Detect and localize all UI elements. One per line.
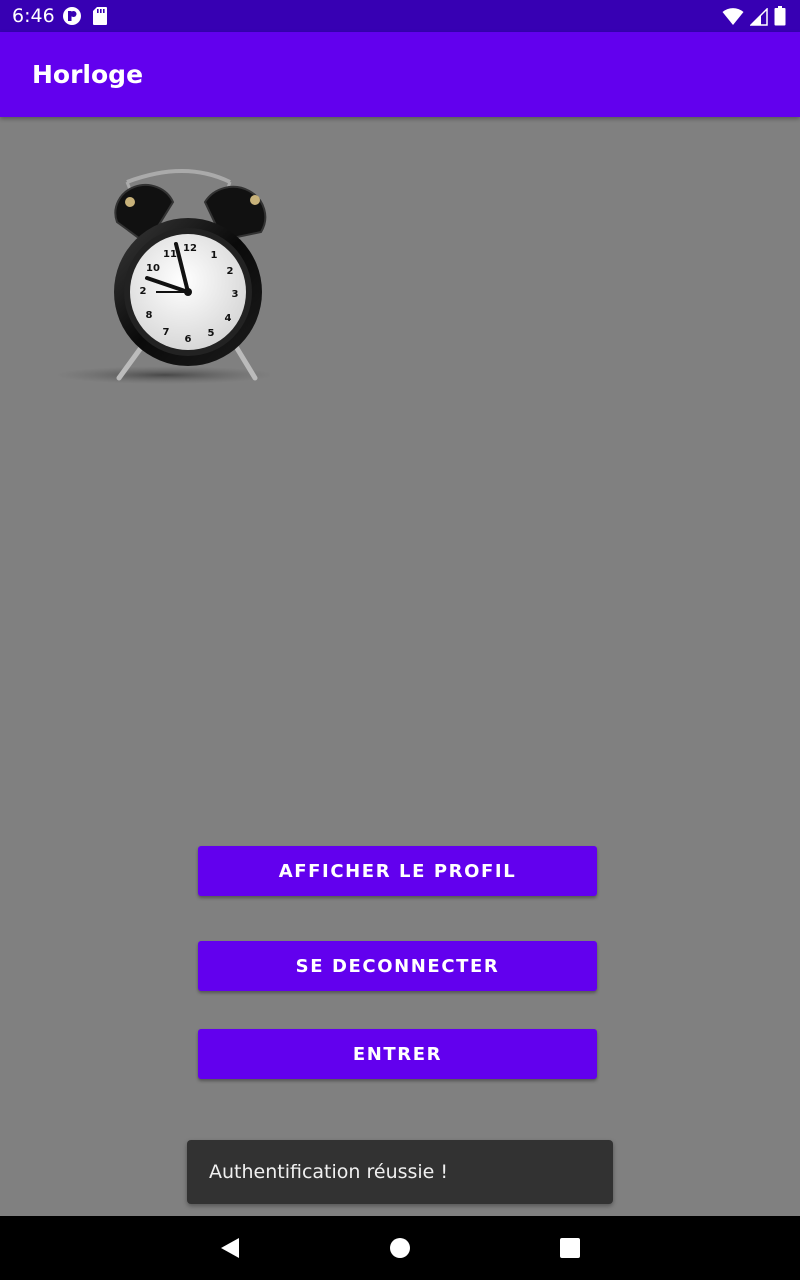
svg-text:11: 11 [163,249,177,260]
svg-text:2: 2 [227,266,234,277]
wifi-icon [722,8,744,31]
show-profile-button[interactable]: AFFICHER LE PROFIL [198,846,597,896]
status-bar: 6:46 [0,0,800,32]
app-notification-icon [62,6,82,31]
back-icon[interactable] [190,1216,270,1280]
svg-text:12: 12 [183,243,197,254]
svg-text:7: 7 [163,327,170,338]
svg-text:5: 5 [208,328,215,339]
toast-message: Authentification réussie ! [209,1161,449,1183]
enter-button[interactable]: ENTRER [198,1029,597,1079]
svg-text:8: 8 [146,310,153,321]
cellular-signal-icon [749,7,768,31]
svg-text:4: 4 [225,313,232,324]
status-left-icons [62,6,108,31]
recents-icon[interactable] [530,1216,610,1280]
app-bar: Horloge [0,32,800,117]
alarm-clock-image: 12 1 2 3 4 5 6 7 8 2 10 11 [55,160,275,390]
toast: Authentification réussie ! [187,1140,613,1204]
svg-text:10: 10 [146,263,160,274]
svg-text:6: 6 [185,334,192,345]
status-right-icons [722,6,786,31]
svg-text:1: 1 [211,250,218,261]
app-title: Horloge [32,60,144,89]
sd-card-icon [92,6,108,31]
status-time: 6:46 [12,5,55,27]
navigation-bar [0,1216,800,1280]
battery-icon [774,6,786,31]
svg-text:2: 2 [140,286,147,297]
logout-button[interactable]: SE DECONNECTER [198,941,597,991]
svg-text:3: 3 [232,289,239,300]
home-icon[interactable] [360,1216,440,1280]
